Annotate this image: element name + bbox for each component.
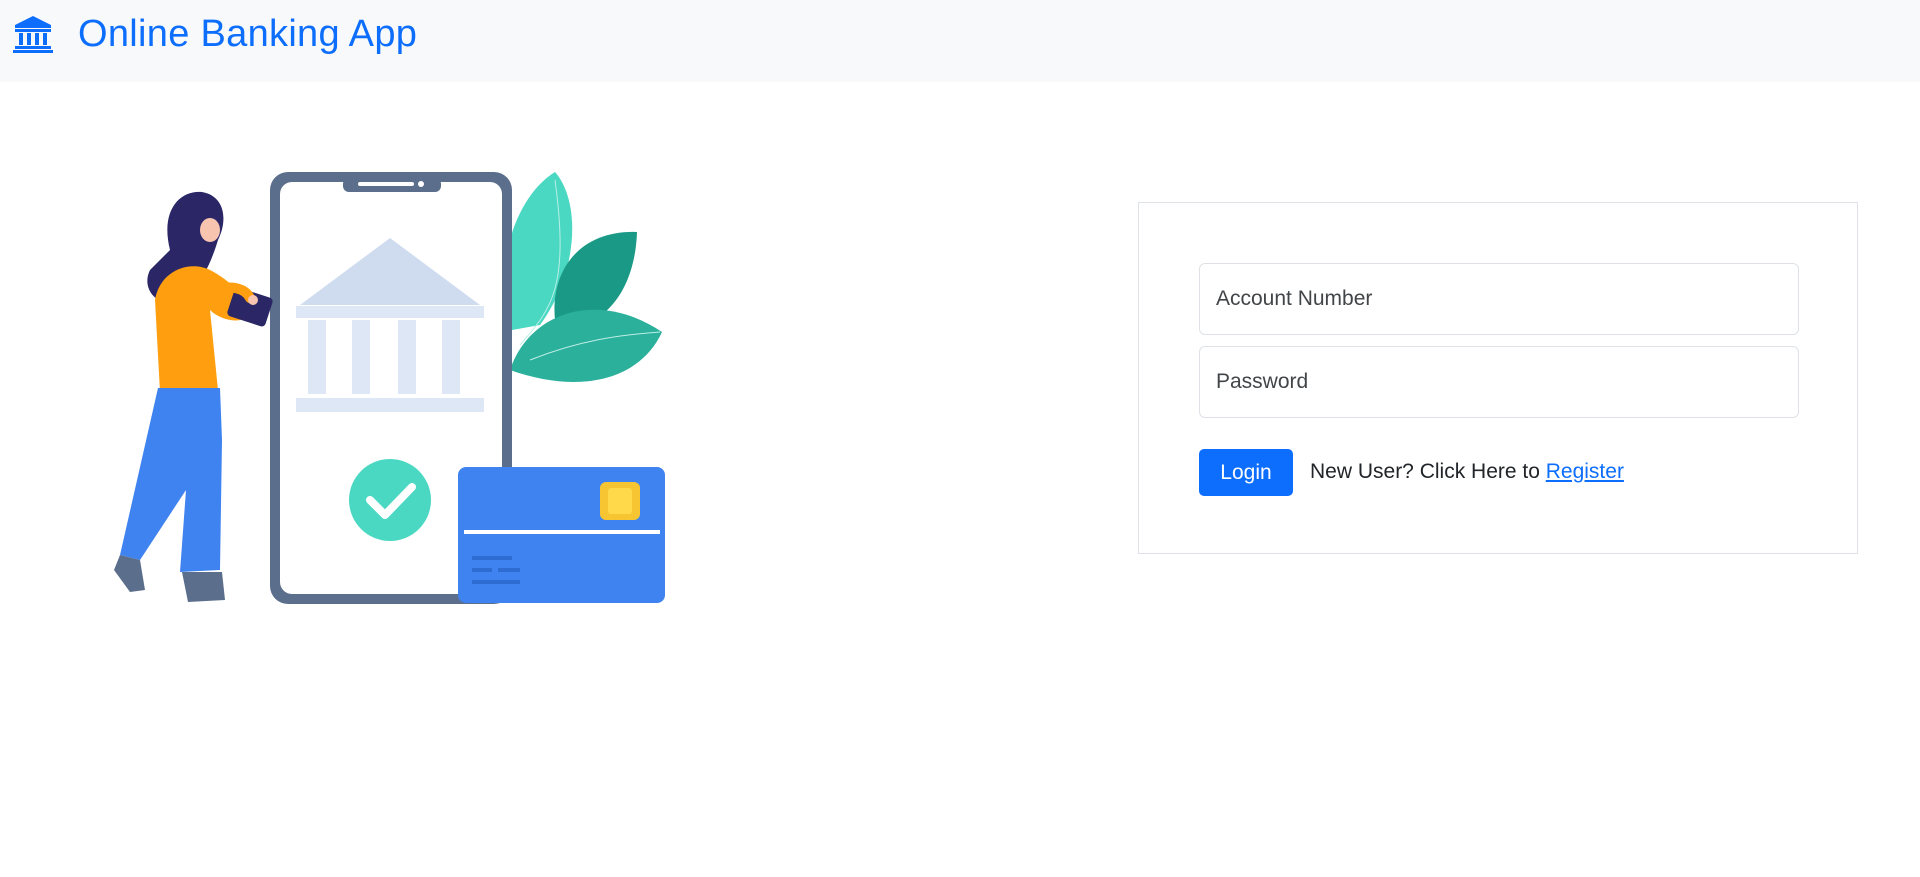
login-form-card: Login New User? Click Here to Register [1138,202,1858,554]
register-prompt-text: New User? Click Here to [1310,460,1546,483]
password-input[interactable] [1199,346,1799,418]
brand-title[interactable]: Online Banking App [78,10,417,58]
credit-card-graphic [458,467,665,603]
person-graphic [114,191,273,602]
account-number-input[interactable] [1199,263,1799,335]
register-link[interactable]: Register [1546,460,1624,483]
leaves-graphic [503,172,662,382]
bank-icon[interactable] [13,14,53,54]
navbar: Online Banking App [0,0,1920,82]
register-prompt: New User? Click Here to Register [1310,458,1624,486]
hero-illustration [100,160,680,610]
login-button[interactable]: Login [1199,449,1293,496]
